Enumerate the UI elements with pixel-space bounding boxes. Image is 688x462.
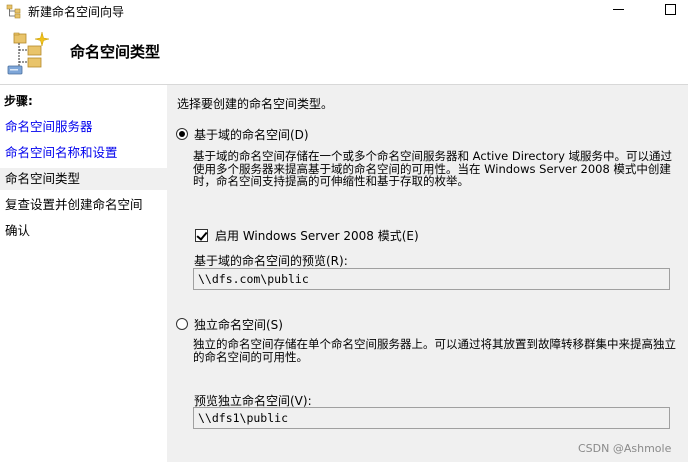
step-namespace-type: 命名空间类型 <box>0 168 167 190</box>
standalone-namespace-label[interactable]: 独立命名空间(S) <box>194 317 283 333</box>
radio-selected-indicator[interactable] <box>176 128 188 140</box>
steps-heading: 步骤: <box>4 94 33 108</box>
domain-preview-field: \\dfs.com\public <box>193 268 670 290</box>
window-title: 新建命名空间向导 <box>28 5 125 19</box>
minimize-icon <box>613 9 624 10</box>
steps-sidebar: 步骤: 命名空间服务器 命名空间名称和设置 命名空间类型 复查设置并创建命名空间… <box>0 85 167 462</box>
wizard-header: 命名空间类型 <box>0 22 688 85</box>
domain-namespace-label[interactable]: 基于域的命名空间(D) <box>194 127 309 143</box>
domain-namespace-description: 基于域的命名空间存储在一个或多个命名空间服务器和 Active Director… <box>193 149 673 188</box>
namespace-wizard-icon <box>6 4 21 19</box>
title-bar: 新建命名空间向导 <box>0 0 688 23</box>
page-title: 命名空间类型 <box>70 43 161 61</box>
minimize-button[interactable] <box>600 0 636 20</box>
maximize-button[interactable] <box>652 0 688 20</box>
radio-unselected-indicator[interactable] <box>176 318 188 330</box>
step-confirmation: 确认 <box>5 223 31 238</box>
step-namespace-name-settings[interactable]: 命名空间名称和设置 <box>0 142 167 164</box>
step-namespace-server[interactable]: 命名空间服务器 <box>0 116 167 138</box>
ws2008-mode-label[interactable]: 启用 Windows Server 2008 模式(E) <box>215 228 419 244</box>
ws2008-mode-checkbox[interactable] <box>195 229 208 242</box>
watermark: CSDN @Ashmole <box>578 442 672 455</box>
checkmark-icon <box>196 229 208 241</box>
instruction-text: 选择要创建的命名空间类型。 <box>177 97 334 111</box>
step-review-create: 复查设置并创建命名空间 <box>5 197 143 212</box>
standalone-namespace-description: 独立的命名空间存储在单个命名空间服务器上。可以通过将其放置到故障转移群集中来提高… <box>193 337 676 364</box>
namespace-tree-icon <box>7 31 50 75</box>
domain-preview-label: 基于域的命名空间的预览(R): <box>194 254 348 268</box>
standalone-preview-field: \\dfs1\public <box>193 407 670 429</box>
main-content: 选择要创建的命名空间类型。 基于域的命名空间(D) 基于域的命名空间存储在一个或… <box>168 85 688 462</box>
maximize-icon <box>665 4 676 15</box>
